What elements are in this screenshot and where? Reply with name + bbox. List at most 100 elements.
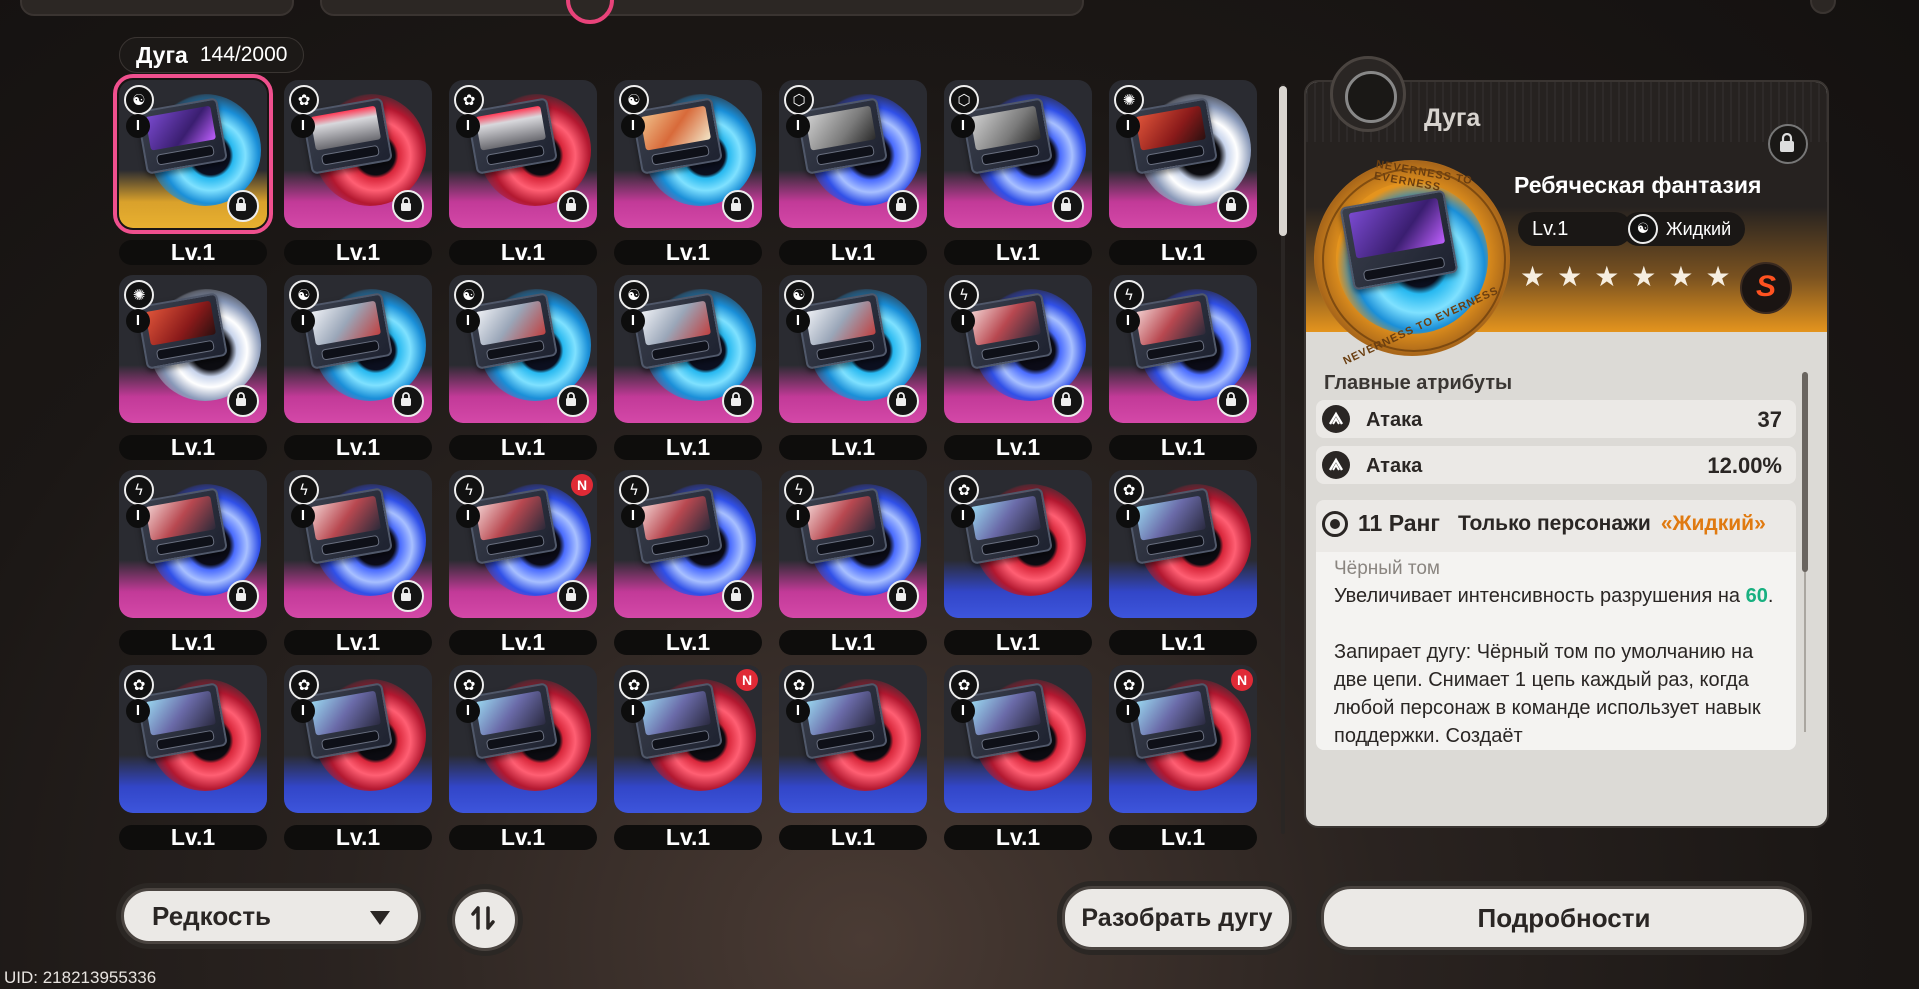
tier-badge: I <box>291 504 315 528</box>
disc-card[interactable]: ✿ I N <box>1109 665 1257 813</box>
disc-card[interactable]: ☯ I <box>779 275 927 423</box>
element-icon: ✿ <box>949 670 979 700</box>
disc-card[interactable]: ✺ I <box>119 275 267 423</box>
disc-card[interactable]: ☯ I <box>614 80 762 228</box>
tier-badge: I <box>126 309 150 333</box>
disc-item[interactable]: ☯ I Lv.1 <box>614 275 762 460</box>
disc-item[interactable]: ϟ I N Lv.1 <box>449 470 597 655</box>
disc-item[interactable]: ϟ I Lv.1 <box>284 470 432 655</box>
disc-item[interactable]: ☯ I Lv.1 <box>614 80 762 265</box>
disc-card[interactable]: ϟI <box>614 470 762 618</box>
disc-item[interactable]: ☯ I Lv.1 <box>284 275 432 460</box>
disc-card[interactable]: ϟI <box>1109 275 1257 423</box>
disc-item[interactable]: ✺ I Lv.1 <box>119 275 267 460</box>
disc-item[interactable]: ✿ I Lv.1 <box>449 665 597 850</box>
scrollbar-thumb[interactable] <box>1279 86 1287 236</box>
disc-element-label: Жидкий <box>1666 218 1732 239</box>
disc-card[interactable]: ☯ I <box>284 275 432 423</box>
disc-item[interactable]: ☯ I Lv.1 <box>779 275 927 460</box>
disc-item[interactable]: ϟ I Lv.1 <box>779 470 927 655</box>
skill-header: 11 Ранг Только персонажи «Жидкий» <box>1322 510 1766 537</box>
disc-item[interactable]: ϟ I Lv.1 <box>119 470 267 655</box>
tier-badge: I <box>786 699 810 723</box>
top-nav-tab-strip[interactable] <box>320 0 1084 16</box>
disc-level-label: Lv.1 <box>119 630 267 655</box>
tier-badge: I <box>786 114 810 138</box>
disc-item[interactable]: ✿ I N Lv.1 <box>614 665 762 850</box>
top-nav-active-tab[interactable] <box>566 0 614 24</box>
lock-icon <box>557 190 589 222</box>
element-icon: ✿ <box>1114 475 1144 505</box>
detail-scrollbar[interactable] <box>1802 372 1808 732</box>
user-id: UID: 218213955336 <box>4 968 157 987</box>
disc-card[interactable]: ✿ I <box>449 80 597 228</box>
disc-item[interactable]: ✿ I Lv.1 <box>779 665 927 850</box>
disc-card[interactable]: ✿ I <box>284 80 432 228</box>
disc-card[interactable]: ϟI <box>284 470 432 618</box>
disc-card[interactable]: ⬡ I <box>944 80 1092 228</box>
disc-item[interactable]: ✿ I Lv.1 <box>284 80 432 265</box>
sort-order-toggle-button[interactable] <box>452 889 518 951</box>
disc-card[interactable]: ✺ I <box>1109 80 1257 228</box>
grid-scrollbar[interactable] <box>1279 74 1287 844</box>
disc-card[interactable]: ✿ I N <box>614 665 762 813</box>
disc-level-label: Lv.1 <box>614 435 762 460</box>
disc-item[interactable]: ✿ I Lv.1 <box>119 665 267 850</box>
disc-item[interactable]: ✿ I Lv.1 <box>1109 470 1257 655</box>
details-button[interactable]: Подробности <box>1321 886 1807 950</box>
top-nav-button[interactable] <box>1810 0 1836 14</box>
disc-level-label: Lv.1 <box>944 240 1092 265</box>
element-icon: ☯ <box>454 280 484 310</box>
disc-level-label: Lv.1 <box>779 240 927 265</box>
disc-item[interactable]: ϟ I Lv.1 <box>614 470 762 655</box>
element-icon: ✿ <box>289 670 319 700</box>
element-icon: ✿ <box>454 670 484 700</box>
element-icon: ϟ <box>124 475 154 505</box>
disc-item[interactable]: ☯ I Lv.1 <box>449 275 597 460</box>
lock-toggle-button[interactable] <box>1768 124 1808 164</box>
disc-item[interactable]: ✿ I N Lv.1 <box>1109 665 1257 850</box>
element-icon: ϟ <box>454 475 484 505</box>
disc-item[interactable]: ✿ I Lv.1 <box>449 80 597 265</box>
disc-item[interactable]: ✺ I Lv.1 <box>1109 80 1257 265</box>
disc-card[interactable]: ✿ I <box>1109 470 1257 618</box>
disc-card[interactable]: ⬡ I <box>779 80 927 228</box>
disc-card[interactable]: ϟI <box>944 275 1092 423</box>
disc-card[interactable]: ☯ I <box>113 74 273 234</box>
tier-badge: I <box>786 309 810 333</box>
element-icon: ☯ <box>784 280 814 310</box>
tier-badge: I <box>951 309 975 333</box>
disc-item[interactable]: ✿ I Lv.1 <box>944 470 1092 655</box>
disc-item[interactable]: ⬡ I Lv.1 <box>779 80 927 265</box>
disc-card[interactable]: ☯ I <box>449 275 597 423</box>
disc-card[interactable]: ✿ I <box>944 665 1092 813</box>
disc-level-label: Lv.1 <box>449 240 597 265</box>
disc-item[interactable]: ϟ I Lv.1 <box>1109 275 1257 460</box>
disc-card[interactable]: ϟI <box>119 470 267 618</box>
sort-rarity-dropdown[interactable]: Редкость <box>121 888 421 944</box>
disc-card[interactable]: ϟI N <box>449 470 597 618</box>
tier-badge: I <box>621 114 645 138</box>
disc-card[interactable]: ϟI <box>779 470 927 618</box>
element-icon: ✿ <box>124 670 154 700</box>
disc-item[interactable]: ☯ I Lv.1 <box>113 74 273 265</box>
disc-card[interactable]: ✿ I <box>779 665 927 813</box>
disc-item[interactable]: ✿ I Lv.1 <box>944 665 1092 850</box>
new-badge: N <box>736 669 758 691</box>
detail-scrollbar-thumb[interactable] <box>1802 372 1808 572</box>
tier-badge: I <box>621 504 645 528</box>
disc-card[interactable]: ✿ I <box>449 665 597 813</box>
disc-card[interactable]: ✿ I <box>284 665 432 813</box>
tier-badge: I <box>1116 114 1140 138</box>
disc-item[interactable]: ϟ I Lv.1 <box>944 275 1092 460</box>
disc-item[interactable]: ✿ I Lv.1 <box>284 665 432 850</box>
dismantle-disc-button[interactable]: Разобрать дугу <box>1062 886 1292 950</box>
disc-item[interactable]: ⬡ I Lv.1 <box>944 80 1092 265</box>
disc-card[interactable]: ✿ I <box>944 470 1092 618</box>
disc-card[interactable]: ☯ I <box>614 275 762 423</box>
lock-icon <box>227 190 259 222</box>
disc-card[interactable]: ✿ I <box>119 665 267 813</box>
top-nav-tab[interactable] <box>20 0 294 16</box>
new-badge: N <box>1231 669 1253 691</box>
disc-level-label: Lv.1 <box>449 825 597 850</box>
